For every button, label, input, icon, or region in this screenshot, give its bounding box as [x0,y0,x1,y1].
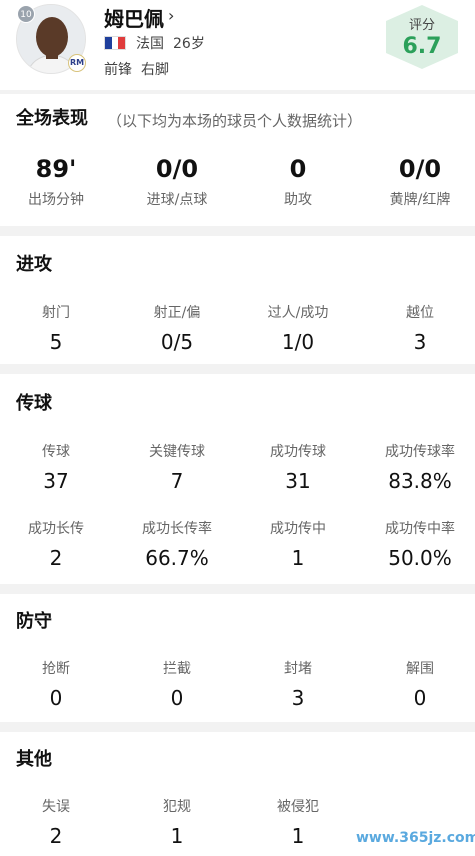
player-position: 前锋 [104,62,132,78]
overview-note: （以下均为本场的球员个人数据统计） [107,112,363,130]
stat-label: 黄牌/红牌 [389,192,451,208]
stat-long-balls: 成功长传 2 [6,518,106,570]
defense-title: 防守 [16,611,52,632]
stat-blocks: 封堵 3 [248,658,348,710]
stat-label: 抢断 [42,661,70,677]
stat-label: 成功长传 [28,521,84,537]
stat-tackles: 抢断 0 [6,658,106,710]
stat-value: 66.7% [145,546,209,570]
stat-label: 失误 [42,799,70,815]
stat-label: 关键传球 [149,444,205,460]
rating-value: 6.7 [402,34,442,59]
stat-cross-accuracy: 成功传中率 50.0% [370,518,470,570]
stat-shots-on-off: 射正/偏 0/5 [127,302,227,354]
stat-value: 3 [291,686,305,710]
stat-assists: 0 助攻 [248,155,348,209]
stat-label: 传球 [42,444,70,460]
stat-label: 助攻 [284,192,312,208]
stat-value: 89' [35,155,77,183]
stat-label: 射门 [42,305,70,321]
stat-shots: 射门 5 [6,302,106,354]
watermark: www.365jz.com [356,830,475,846]
stat-label: 成功传中率 [385,521,455,537]
stat-dribbles: 过人/成功 1/0 [248,302,348,354]
stat-fouled: 被侵犯 1 [248,796,348,848]
stat-value: 2 [49,824,63,848]
stat-label: 成功传中 [270,521,326,537]
stat-interceptions: 拦截 0 [127,658,227,710]
passing-title: 传球 [16,393,52,414]
club-badge-icon: RM [68,54,86,72]
stat-goals-penalties: 0/0 进球/点球 [127,155,227,209]
stat-passes: 传球 37 [6,441,106,493]
stat-value: 0 [289,155,307,183]
stat-value: 3 [413,330,427,354]
stat-value: 0/0 [398,155,442,183]
stat-value: 0 [170,686,184,710]
stat-offsides: 越位 3 [370,302,470,354]
stat-value: 0 [49,686,63,710]
stat-label: 拦截 [163,661,191,677]
stat-minutes: 89' 出场分钟 [6,155,106,209]
stat-label: 进球/点球 [146,192,208,208]
jersey-number-badge: 10 [17,5,35,23]
stat-cards: 0/0 黄牌/红牌 [370,155,470,209]
stat-crosses: 成功传中 1 [248,518,348,570]
stat-long-ball-accuracy: 成功长传率 66.7% [127,518,227,570]
stat-value: 1 [170,824,184,848]
stat-label: 犯规 [163,799,191,815]
stat-value: 7 [170,469,184,493]
stat-label: 出场分钟 [28,192,84,208]
player-name[interactable]: 姆巴佩 [104,3,164,32]
stat-label: 成功传球 [270,444,326,460]
player-header: 10 RM 姆巴佩 › 法国 26岁 前锋 右脚 评分 6.7 [0,0,475,90]
stat-fouls: 犯规 1 [127,796,227,848]
stat-key-passes: 关键传球 7 [127,441,227,493]
stat-clearances: 解围 0 [370,658,470,710]
rating-label: 评分 [408,18,435,33]
france-flag-icon [104,36,126,50]
stat-label: 越位 [406,305,434,321]
stat-label: 射正/偏 [153,305,201,321]
stat-value: 31 [285,469,311,493]
stat-value: 2 [49,546,63,570]
player-country: 法国 [136,36,164,52]
stat-value: 0/0 [155,155,199,183]
player-foot: 右脚 [141,62,169,78]
chevron-right-icon[interactable]: › [168,6,174,25]
stat-value: 37 [43,469,69,493]
stat-value: 1 [291,546,305,570]
stat-label: 成功长传率 [142,521,212,537]
stat-successful-passes: 成功传球 31 [248,441,348,493]
attack-title: 进攻 [16,254,52,275]
stat-value: 0/5 [160,330,194,354]
overview-title: 全场表现 [16,108,88,129]
stat-pass-accuracy: 成功传球率 83.8% [370,441,470,493]
stat-label: 解围 [406,661,434,677]
stat-value: 5 [49,330,63,354]
stat-value: 1/0 [281,330,315,354]
stat-errors: 失误 2 [6,796,106,848]
other-title: 其他 [16,749,52,770]
stat-value: 50.0% [388,546,452,570]
stat-value: 0 [413,686,427,710]
stat-label: 过人/成功 [267,305,329,321]
stat-label: 封堵 [284,661,312,677]
stat-label: 成功传球率 [385,444,455,460]
player-age: 26岁 [173,36,205,52]
stat-value: 83.8% [388,469,452,493]
stat-label: 被侵犯 [277,799,319,815]
stat-value: 1 [291,824,305,848]
